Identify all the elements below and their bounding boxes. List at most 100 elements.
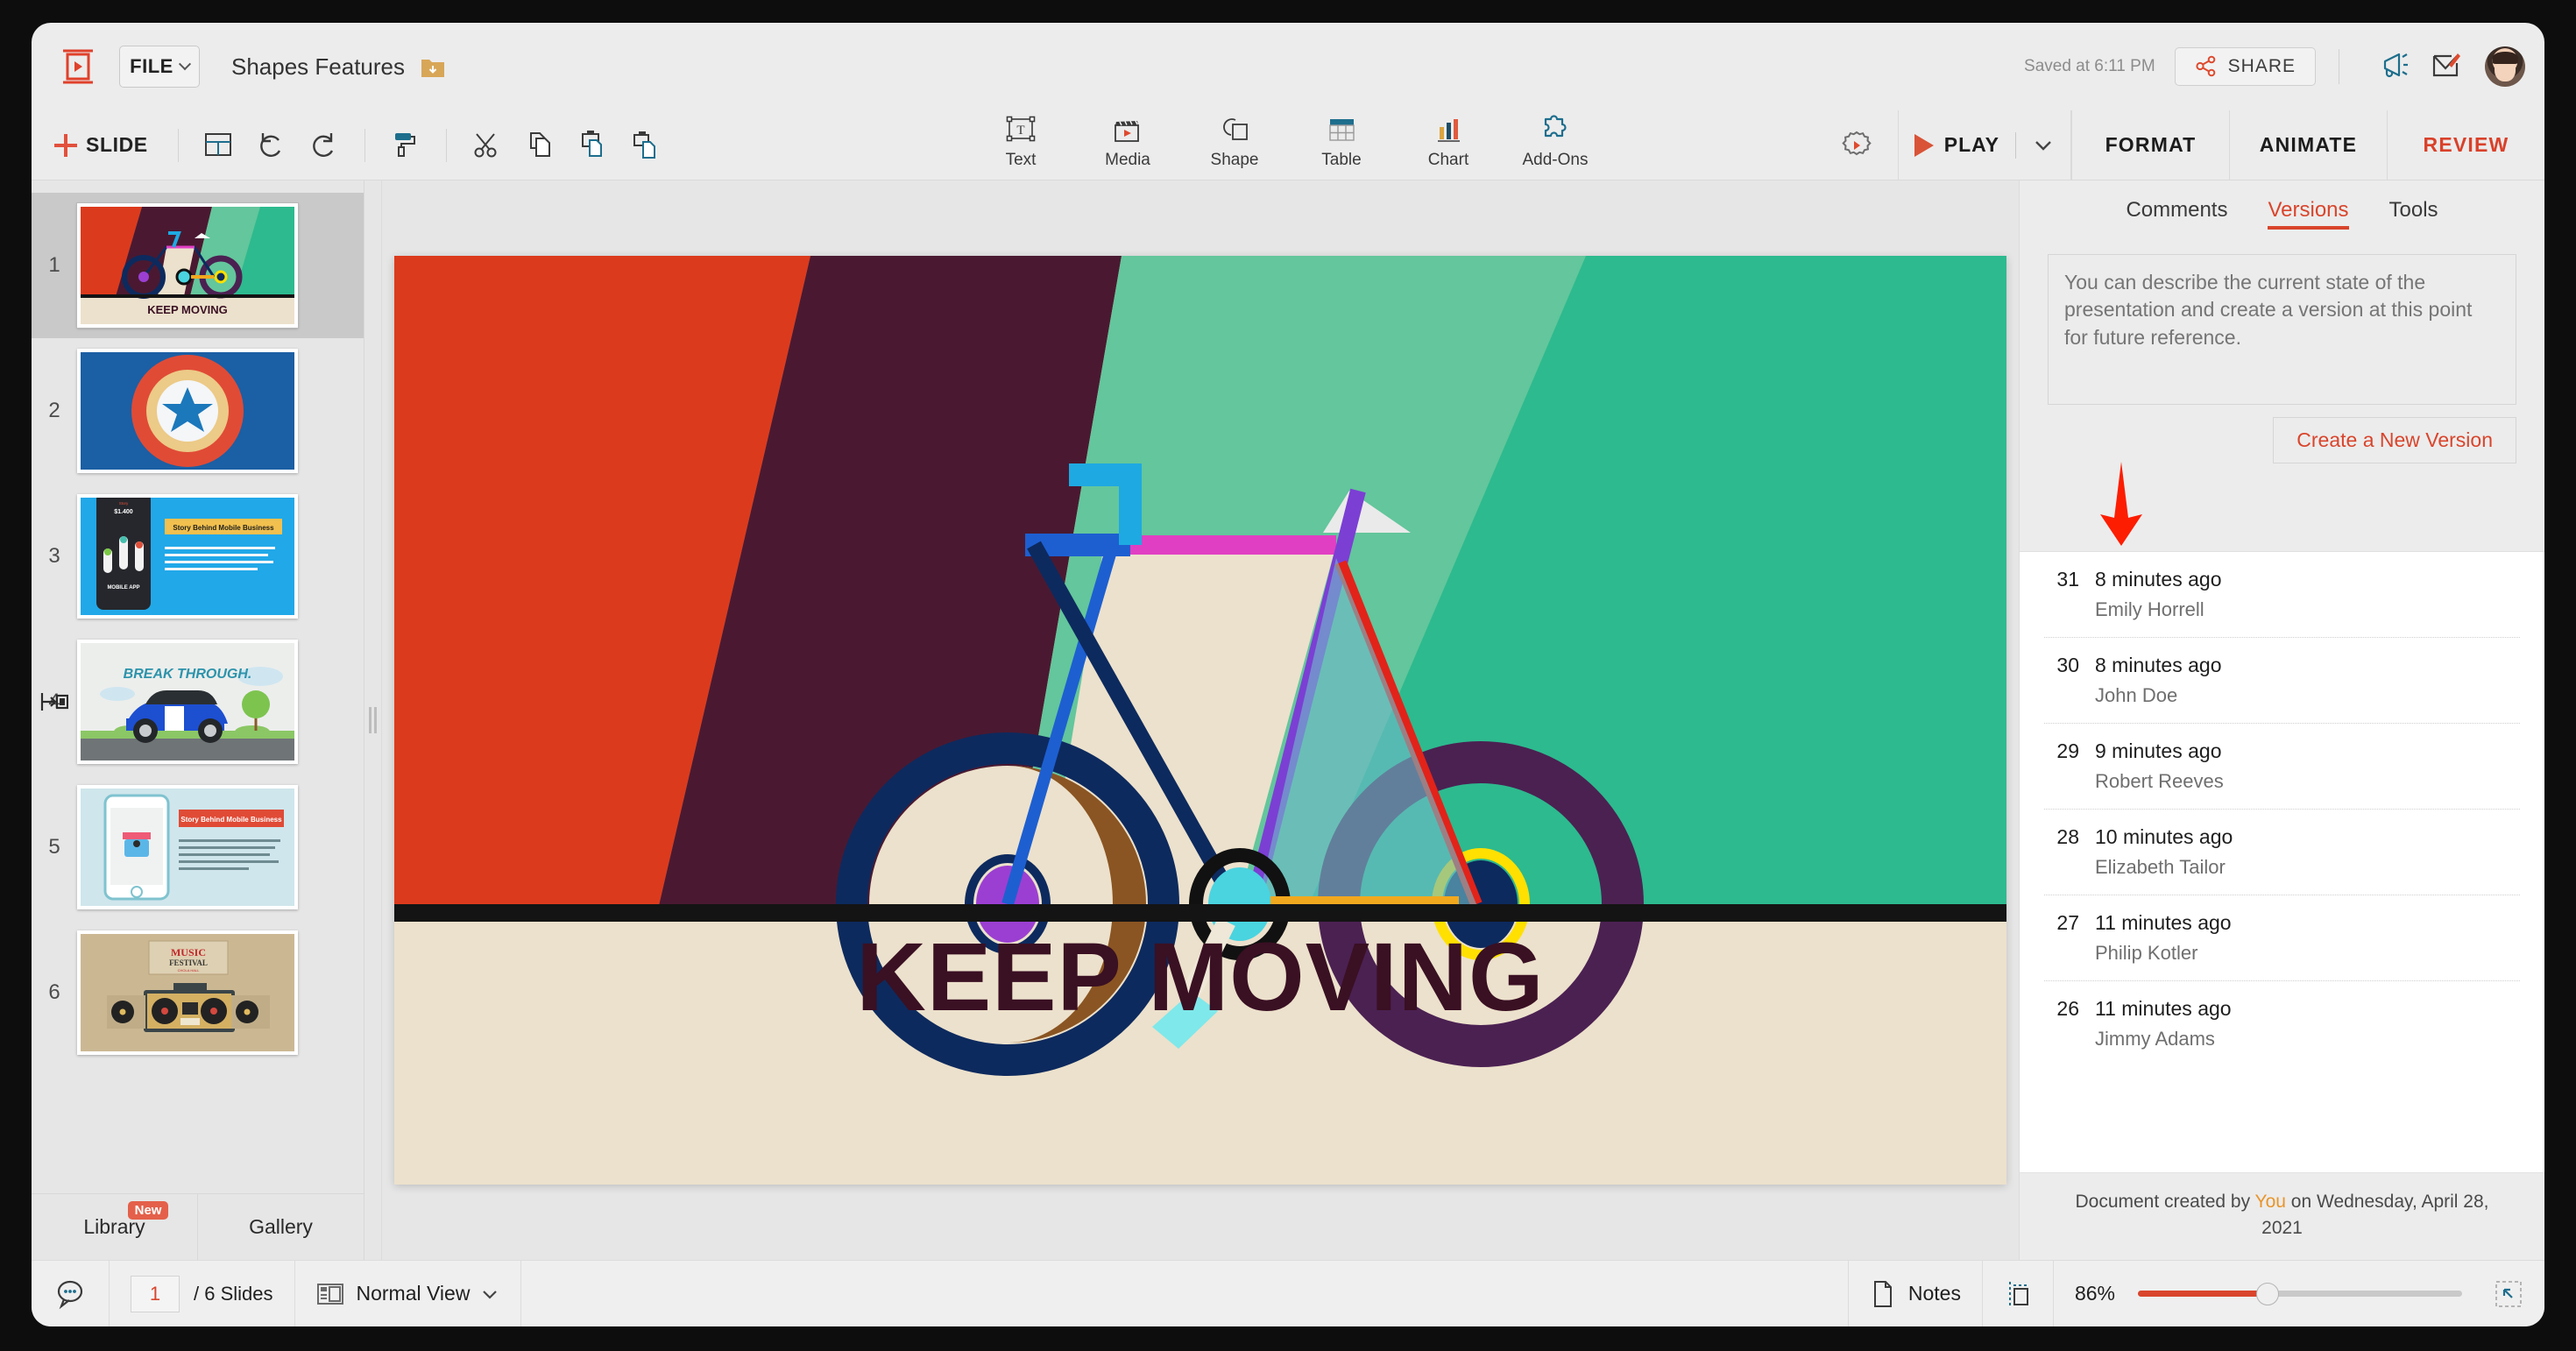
copy-icon[interactable] — [522, 128, 557, 163]
edit-note-icon[interactable] — [2429, 49, 2464, 84]
slide-number: 3 — [48, 544, 60, 568]
play-button-group[interactable]: PLAY — [1897, 110, 2071, 180]
tool-text[interactable]: T Text — [967, 110, 1074, 170]
version-list[interactable]: 31 8 minutes ago Emily Horrell 30 8 minu… — [2020, 551, 2544, 1173]
thumbnail-image[interactable] — [77, 349, 298, 473]
panel-tab-library[interactable]: New Library — [32, 1194, 197, 1260]
slide-thumbnail-1[interactable]: 1 KEEP MOVING — [32, 193, 364, 338]
thumbnail-image[interactable]: KEEP MOVING — [76, 202, 299, 329]
thumbnail-image[interactable]: BREAK THROUGH. — [77, 640, 298, 764]
folder-download-icon[interactable] — [421, 56, 445, 77]
slide-thumbnail-6[interactable]: 6 MUSIC FESTIVAL CHOLA HALL — [32, 920, 364, 1065]
zoom-controls: 86% — [2054, 1261, 2544, 1326]
file-menu-button[interactable]: FILE — [119, 46, 200, 88]
page-indicator: 1 / 6 Slides — [110, 1261, 295, 1326]
divider — [445, 128, 447, 162]
paste-special-icon[interactable] — [627, 128, 662, 163]
panel-tab-gallery[interactable]: Gallery — [197, 1194, 364, 1260]
file-menu-label: FILE — [130, 55, 173, 77]
redo-icon[interactable] — [307, 128, 342, 163]
version-author: John Doe — [2095, 684, 2178, 706]
slide-thumbnail-5[interactable]: 5 Story Behind Mobile Business — [32, 775, 364, 920]
version-author: Emily Horrell — [2095, 598, 2204, 620]
plus-icon — [54, 133, 77, 157]
tool-media[interactable]: Media — [1074, 110, 1181, 170]
tool-label: Chart — [1427, 151, 1469, 169]
slide-number: 1 — [48, 253, 60, 277]
panel-splitter[interactable] — [364, 180, 382, 1260]
version-time: 8 minutes ago — [2095, 568, 2222, 591]
version-row[interactable]: 28 10 minutes ago Elizabeth Tailor — [2044, 810, 2520, 895]
version-row[interactable]: 29 9 minutes ago Robert Reeves — [2044, 724, 2520, 810]
version-row[interactable]: 31 8 minutes ago Emily Horrell — [2044, 552, 2520, 638]
comments-button[interactable] — [32, 1261, 110, 1326]
tab-tools[interactable]: Tools — [2389, 198, 2438, 230]
svg-text:Story Behind Mobile Business: Story Behind Mobile Business — [180, 816, 282, 824]
gear-play-icon — [1840, 129, 1873, 162]
tab-versions[interactable]: Versions — [2268, 198, 2349, 230]
slide-headline[interactable]: KEEP MOVING — [856, 923, 1544, 1031]
notes-button[interactable]: Notes — [1849, 1261, 1983, 1326]
ribbon-left-group: SLIDE — [32, 110, 671, 180]
share-button[interactable]: SHARE — [2174, 47, 2316, 86]
tool-addons[interactable]: Add-Ons — [1502, 110, 1609, 170]
top-bar-right: Saved at 6:11 PM SHARE — [2024, 46, 2525, 87]
fit-to-screen-icon[interactable] — [2494, 1279, 2523, 1309]
version-author: Philip Kotler — [2095, 942, 2198, 964]
tab-animate[interactable]: ANIMATE — [2229, 110, 2387, 180]
version-description-input[interactable] — [2048, 254, 2516, 405]
tab-comments[interactable]: Comments — [2126, 198, 2227, 230]
ribbon-right-group: PLAY FORMAT ANIMATE REVIEW — [1815, 110, 2544, 180]
version-row[interactable]: 26 11 minutes ago Jimmy Adams — [2044, 981, 2520, 1066]
review-panel-tabs: Comments Versions Tools — [2020, 180, 2544, 247]
current-slide[interactable]: KEEP MOVING — [394, 256, 2006, 1185]
settings-button[interactable] — [1815, 110, 1898, 180]
add-slide-button[interactable]: SLIDE — [54, 133, 164, 157]
slide-thumbnail-3[interactable]: 3 Story $1.400 MOBILE APP Story Behind M… — [32, 484, 364, 629]
panel-tabs: New Library Gallery — [32, 1193, 364, 1260]
version-row[interactable]: 27 11 minutes ago Philip Kotler — [2044, 895, 2520, 981]
red-down-arrow-annotation — [2100, 462, 2142, 546]
slide-thumbnail-list[interactable]: 1 KEEP MOVING 2 3 Story $1.400 MOBILE AP… — [32, 180, 364, 1193]
play-label: PLAY — [1943, 133, 1999, 156]
view-mode-selector[interactable]: Normal View — [295, 1261, 522, 1326]
slide-canvas[interactable]: KEEP MOVING — [382, 180, 2019, 1260]
thumbnail-image[interactable]: Story Behind Mobile Business — [77, 785, 298, 909]
presentation-play-logo-icon[interactable] — [58, 46, 98, 87]
tool-shape[interactable]: Shape — [1181, 110, 1288, 170]
divider — [177, 128, 179, 162]
transition-icon[interactable] — [40, 690, 68, 713]
current-page-input[interactable]: 1 — [131, 1275, 180, 1312]
guides-button[interactable] — [1983, 1261, 2054, 1326]
insert-tools-group: T Text Media Shape Table Chart Add-Ons — [967, 110, 1609, 180]
layout-icon[interactable] — [202, 128, 237, 163]
slide-thumbnail-4[interactable]: 4 BREAK THROUGH. — [32, 629, 364, 775]
thumbnail-image[interactable]: MUSIC FESTIVAL CHOLA HALL — [77, 930, 298, 1055]
avatar[interactable] — [2485, 46, 2525, 87]
tool-table[interactable]: Table — [1288, 110, 1395, 170]
undo-icon[interactable] — [254, 128, 289, 163]
chevron-down-icon[interactable] — [2032, 138, 2055, 153]
zoom-slider-knob[interactable] — [2256, 1282, 2279, 1305]
slide-thumbnail-2[interactable]: 2 — [32, 338, 364, 484]
status-bar-spacer — [521, 1261, 1849, 1326]
tool-chart[interactable]: Chart — [1395, 110, 1502, 170]
panel-tab-label: Gallery — [249, 1215, 313, 1238]
create-new-version-button[interactable]: Create a New Version — [2273, 417, 2516, 463]
tab-format[interactable]: FORMAT — [2071, 110, 2229, 180]
megaphone-icon[interactable] — [2378, 49, 2413, 84]
tab-review[interactable]: REVIEW — [2387, 110, 2544, 180]
cut-scissors-icon[interactable] — [470, 128, 505, 163]
document-title[interactable]: Shapes Features — [231, 53, 405, 81]
paste-icon[interactable] — [575, 128, 610, 163]
guides-icon — [2004, 1279, 2032, 1309]
footer-you-link[interactable]: You — [2255, 1192, 2286, 1212]
zoom-slider[interactable] — [2138, 1282, 2462, 1305]
version-time: 11 minutes ago — [2095, 911, 2232, 934]
media-clapperboard-icon — [1111, 112, 1144, 147]
format-painter-icon[interactable] — [388, 128, 423, 163]
version-row[interactable]: 30 8 minutes ago John Doe — [2044, 638, 2520, 724]
tool-label: Add-Ons — [1522, 151, 1589, 169]
thumbnail-image[interactable]: Story $1.400 MOBILE APP Story Behind Mob… — [77, 494, 298, 619]
svg-text:MOBILE APP: MOBILE APP — [107, 585, 139, 591]
